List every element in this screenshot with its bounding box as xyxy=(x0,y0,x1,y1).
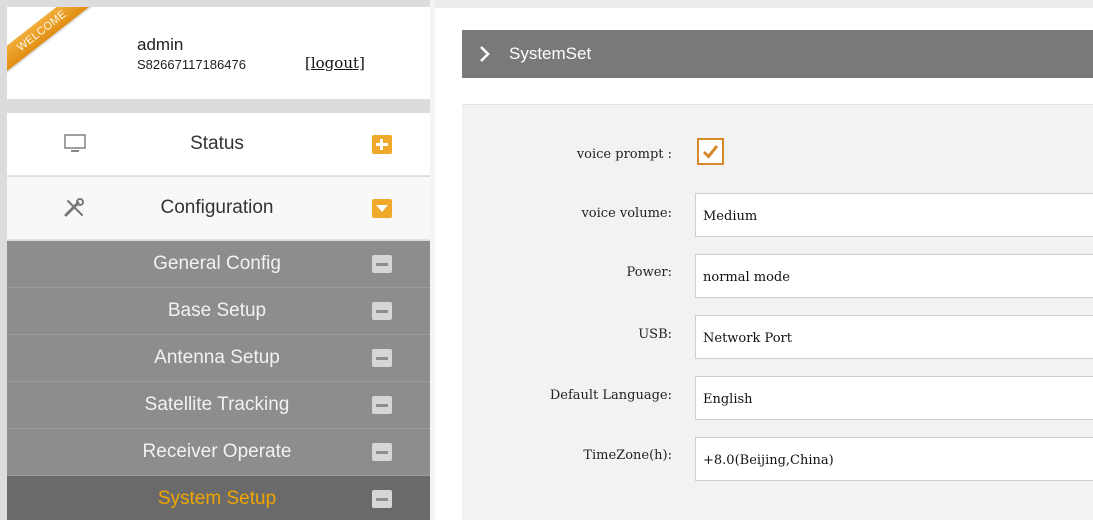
menu-item-label: Configuration xyxy=(160,197,274,218)
minus-icon[interactable] xyxy=(372,349,392,367)
configuration-submenu: General Config Base Setup Antenna Setup … xyxy=(7,241,430,520)
submenu-item-receiver-operate[interactable]: Receiver Operate xyxy=(7,429,430,476)
timezone-select[interactable]: +8.0(Beijing,China) xyxy=(695,437,1093,481)
submenu-item-antenna-setup[interactable]: Antenna Setup xyxy=(7,335,430,382)
menu-item-label: Status xyxy=(190,133,244,154)
voice-prompt-checkbox[interactable] xyxy=(697,138,724,165)
default-language-label: Default Language: xyxy=(549,388,672,403)
minus-icon[interactable] xyxy=(372,396,392,414)
submenu-item-label: Satellite Tracking xyxy=(144,394,290,415)
minus-icon[interactable] xyxy=(372,302,392,320)
user-panel: WELCOME admin S82667117186476 [logout] xyxy=(7,7,430,99)
submenu-item-general-config[interactable]: General Config xyxy=(7,241,430,288)
checkmark-icon xyxy=(702,145,719,159)
submenu-item-satellite-tracking[interactable]: Satellite Tracking xyxy=(7,382,430,429)
submenu-item-base-setup[interactable]: Base Setup xyxy=(7,288,430,335)
collapse-icon[interactable] xyxy=(372,199,392,218)
power-select[interactable]: normal mode xyxy=(695,254,1093,298)
system-settings-form: voice prompt : voice volume: Medium Powe… xyxy=(462,104,1093,520)
logout-link[interactable]: [logout] xyxy=(305,54,365,72)
section-title: SystemSet xyxy=(509,44,592,63)
submenu-item-label: Base Setup xyxy=(167,300,267,321)
voice-volume-label: voice volume: xyxy=(581,206,672,221)
expand-icon[interactable] xyxy=(372,135,392,154)
minus-icon[interactable] xyxy=(372,490,392,508)
voice-prompt-label: voice prompt : xyxy=(576,147,672,162)
top-strip xyxy=(435,0,1093,8)
menu-item-configuration[interactable]: Configuration xyxy=(7,177,430,240)
section-header: SystemSet xyxy=(462,30,1093,78)
chevron-right-icon xyxy=(478,45,492,63)
default-language-select[interactable]: English xyxy=(695,376,1093,420)
usb-label: USB: xyxy=(638,327,672,342)
minus-icon[interactable] xyxy=(372,443,392,461)
welcome-ribbon: WELCOME xyxy=(7,7,100,79)
serial-number: S82667117186476 xyxy=(137,57,246,72)
main-content: SystemSet voice prompt : voice volume: M… xyxy=(430,0,1093,520)
voice-volume-select[interactable]: Medium xyxy=(695,193,1093,237)
username: admin xyxy=(137,35,184,54)
submenu-item-system-setup[interactable]: System Setup xyxy=(7,476,430,520)
usb-select[interactable]: Network Port xyxy=(695,315,1093,359)
submenu-item-label: System Setup xyxy=(157,488,277,509)
submenu-item-label: Antenna Setup xyxy=(154,347,280,368)
timezone-label: TimeZone(h): xyxy=(583,448,672,463)
monitor-icon xyxy=(63,133,87,155)
minus-icon[interactable] xyxy=(372,255,392,273)
submenu-item-label: Receiver Operate xyxy=(142,441,292,462)
power-label: Power: xyxy=(626,265,672,280)
submenu-item-label: General Config xyxy=(153,253,281,274)
tools-icon xyxy=(63,197,87,219)
menu-item-status[interactable]: Status xyxy=(7,113,430,176)
sidebar: WELCOME admin S82667117186476 [logout] S… xyxy=(0,0,430,520)
